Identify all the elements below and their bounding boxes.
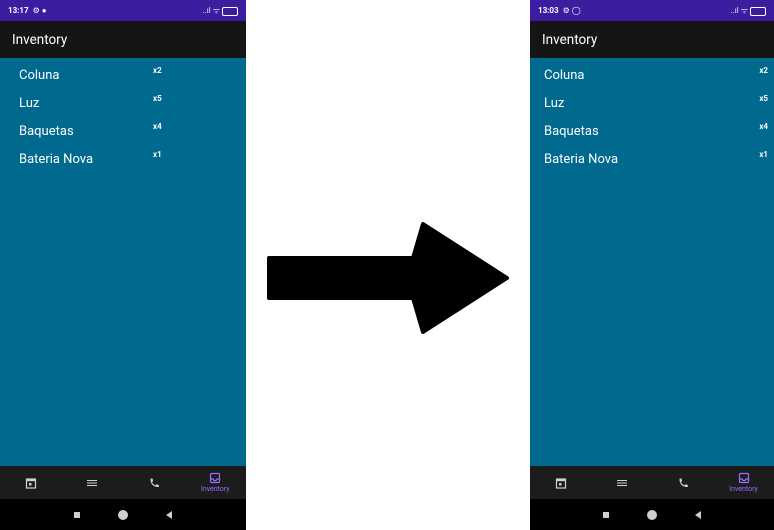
inventory-list: Coluna x2 Luz x5 Baquetas x4 Bateria Nov… — [0, 58, 246, 174]
status-bar: 13:17 ⚙ ● ..ıl ᯤ — [0, 0, 246, 21]
list-item[interactable]: Bateria Nova x1 — [530, 146, 774, 174]
item-name: Baquetas — [19, 124, 74, 139]
status-time: 13:17 — [8, 6, 29, 15]
home-button[interactable] — [647, 509, 657, 520]
nav-list[interactable] — [591, 466, 652, 499]
status-bar: 13:03 ⚙ ◯ ..ıl ᯤ — [530, 0, 774, 21]
item-quantity: x1 — [759, 150, 768, 159]
phone-screen-before: 13:17 ⚙ ● ..ıl ᯤ Inventory Coluna x2 Luz… — [0, 0, 246, 530]
notification-icons: ⚙ ● — [32, 6, 47, 15]
signal-wifi-icons: ..ıl ᯤ — [730, 6, 748, 15]
item-name: Baquetas — [544, 124, 599, 139]
list-item[interactable]: Coluna x2 — [530, 62, 774, 90]
nav-inventory-label: Inventory — [729, 485, 758, 493]
nav-phone[interactable] — [123, 466, 185, 499]
back-button[interactable] — [695, 510, 701, 519]
item-quantity: x4 — [153, 122, 162, 131]
calendar-icon — [555, 477, 566, 489]
item-name: Bateria Nova — [19, 152, 94, 167]
notification-icons: ⚙ ◯ — [562, 6, 581, 15]
phone-icon — [150, 478, 159, 487]
nav-phone[interactable] — [652, 466, 713, 499]
nav-inventory[interactable]: Inventory — [185, 466, 247, 499]
app-bar: Inventory — [0, 21, 246, 58]
bottom-navigation: Inventory — [0, 466, 246, 499]
battery-icon — [222, 7, 238, 16]
recents-button[interactable] — [603, 511, 609, 518]
nav-list[interactable] — [62, 466, 124, 499]
item-name: Bateria Nova — [544, 152, 619, 167]
item-quantity: x5 — [153, 94, 162, 103]
inbox-icon — [738, 472, 749, 484]
nav-calendar[interactable] — [530, 466, 591, 499]
back-button[interactable] — [166, 510, 172, 519]
item-quantity: x2 — [153, 66, 162, 75]
app-bar: Inventory — [530, 21, 774, 58]
item-quantity: x2 — [759, 66, 768, 75]
item-quantity: x5 — [759, 94, 768, 103]
home-button[interactable] — [118, 509, 128, 520]
item-name: Coluna — [544, 68, 585, 83]
nav-calendar[interactable] — [0, 466, 62, 499]
list-item[interactable]: Coluna x2 — [0, 62, 246, 90]
system-navigation-bar — [0, 499, 246, 530]
item-quantity: x1 — [153, 150, 162, 159]
list-item[interactable]: Baquetas x4 — [530, 118, 774, 146]
inbox-icon — [210, 472, 221, 484]
item-name: Luz — [19, 96, 40, 111]
list-item[interactable]: Bateria Nova x1 — [0, 146, 246, 174]
system-navigation-bar — [530, 499, 774, 530]
calendar-icon — [25, 477, 36, 489]
item-name: Coluna — [19, 68, 60, 83]
battery-icon — [750, 7, 766, 16]
phone-icon — [678, 478, 688, 487]
nav-inventory[interactable]: Inventory — [713, 466, 774, 499]
page-title: Inventory — [542, 31, 598, 48]
list-item[interactable]: Luz x5 — [0, 90, 246, 118]
list-icon — [616, 479, 627, 486]
list-icon — [87, 479, 98, 486]
inventory-list: Coluna x2 Luz x5 Baquetas x4 Bateria Nov… — [530, 58, 774, 174]
list-item[interactable]: Baquetas x4 — [0, 118, 246, 146]
transition-arrow-icon — [267, 222, 509, 334]
page-title: Inventory — [12, 31, 68, 48]
status-time: 13:03 — [538, 6, 559, 15]
recents-button[interactable] — [74, 511, 80, 518]
item-name: Luz — [544, 96, 565, 111]
bottom-navigation: Inventory — [530, 466, 774, 499]
nav-inventory-label: Inventory — [200, 485, 230, 493]
list-item[interactable]: Luz x5 — [530, 90, 774, 118]
item-quantity: x4 — [759, 122, 768, 131]
signal-wifi-icons: ..ıl ᯤ — [202, 6, 220, 15]
phone-screen-after: 13:03 ⚙ ◯ ..ıl ᯤ Inventory Coluna x2 Luz… — [530, 0, 774, 530]
